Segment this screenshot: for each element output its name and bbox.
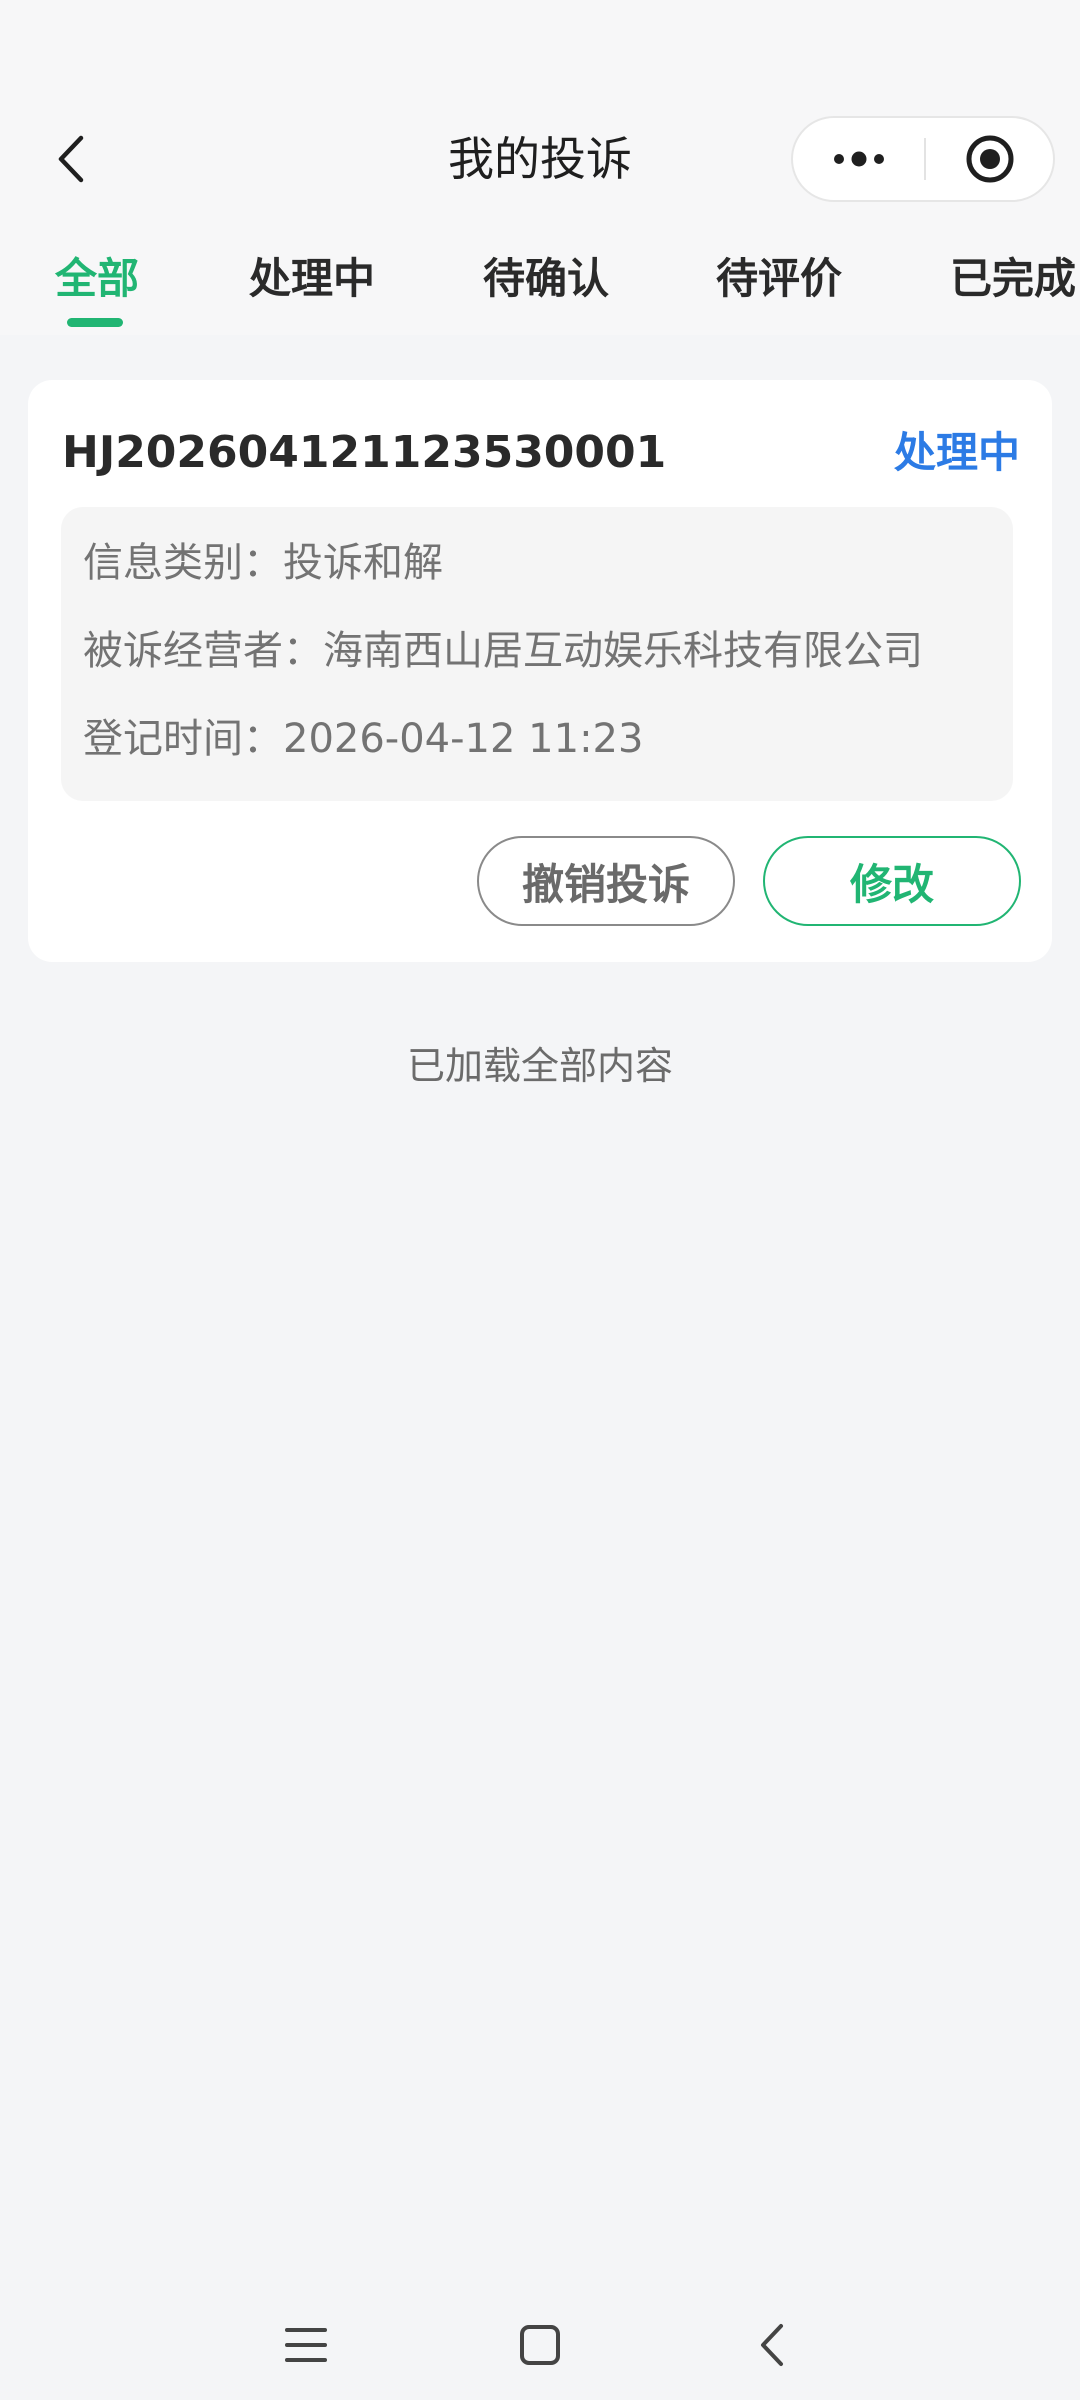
tab-all[interactable]: 全部 xyxy=(55,246,139,312)
all-loaded-text: 已加载全部内容 xyxy=(406,1044,673,1088)
menu-icon xyxy=(285,2328,327,2362)
top-bar: 我的投诉 全部 处理中 待确认 待评价 已完成 xyxy=(0,0,1080,335)
system-nav-bar xyxy=(0,2290,1080,2400)
nav-menu-button[interactable] xyxy=(261,2300,351,2390)
tab-processing[interactable]: 处理中 xyxy=(249,246,375,312)
complaint-card[interactable]: HJ20260412112353000​1 处理中 信息类别：投诉和解 被诉经营… xyxy=(28,380,1052,962)
more-dots-icon xyxy=(833,151,884,167)
tab-pending-review[interactable]: 待评价 xyxy=(716,246,842,312)
complaint-id: HJ20260412112353000​1 xyxy=(62,427,667,478)
info-respondent: 被诉经营者：海南西山居互动娱乐科技有限公司 xyxy=(83,628,923,674)
close-button[interactable] xyxy=(926,118,1053,200)
edit-button[interactable]: 修改 xyxy=(763,836,1021,926)
info-category: 信息类别：投诉和解 xyxy=(83,540,443,586)
active-tab-indicator xyxy=(67,318,123,327)
complaint-info-box: 信息类别：投诉和解 被诉经营者：海南西山居互动娱乐科技有限公司 登记时间：202… xyxy=(61,507,1013,801)
tab-pending-confirm[interactable]: 待确认 xyxy=(483,246,609,312)
back-button[interactable] xyxy=(40,122,100,196)
info-register-time: 登记时间：2026-04-12 11:23 xyxy=(83,716,644,762)
back-chevron-icon xyxy=(761,2324,783,2366)
nav-home-button[interactable] xyxy=(495,2300,585,2390)
mini-program-capsule xyxy=(791,116,1055,202)
tab-completed[interactable]: 已完成 xyxy=(950,246,1076,312)
home-square-icon xyxy=(520,2325,560,2365)
cancel-complaint-button[interactable]: 撤销投诉 xyxy=(477,836,735,926)
target-circle-icon xyxy=(966,135,1013,183)
chevron-left-icon xyxy=(58,135,84,183)
more-button[interactable] xyxy=(793,118,924,200)
status-badge: 处理中 xyxy=(893,428,1020,477)
nav-back-button[interactable] xyxy=(727,2300,817,2390)
